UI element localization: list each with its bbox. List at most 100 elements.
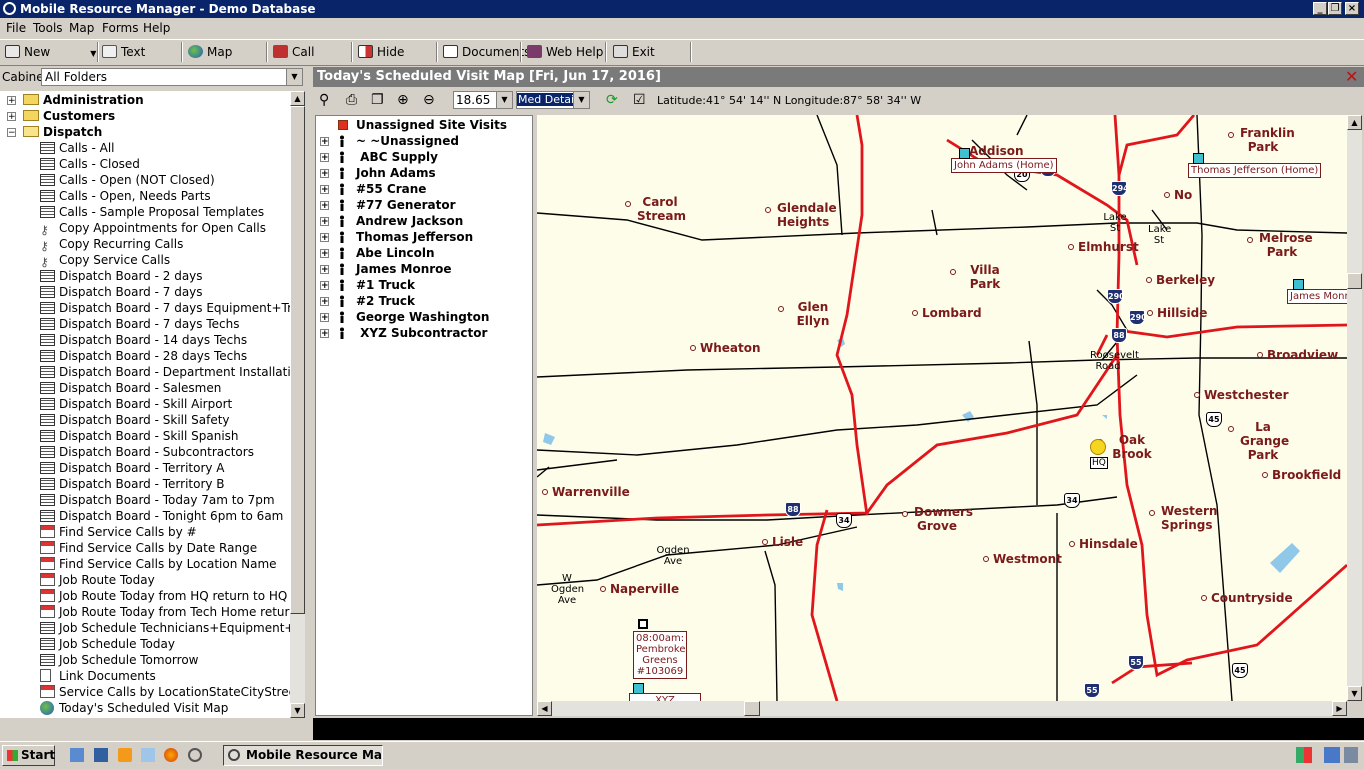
detail-level-select[interactable]: Med Detail ▼ <box>516 91 590 109</box>
cabinet-select[interactable]: All Folders ▼ <box>41 68 303 86</box>
city-label[interactable]: Berkeley <box>1156 273 1215 287</box>
tree-item[interactable]: Find Service Calls by Date Range <box>40 540 257 556</box>
chevron-down-icon[interactable]: ▼ <box>573 92 589 108</box>
city-label[interactable]: Naperville <box>610 582 679 596</box>
expand-icon[interactable]: + <box>320 297 329 307</box>
web-help-button[interactable]: Web Help <box>527 42 603 62</box>
tree-item[interactable]: Dispatch Board - Salesmen <box>40 380 221 396</box>
tree-item[interactable]: Calls - Sample Proposal Templates <box>40 204 264 220</box>
city-label[interactable]: Westmont <box>993 552 1062 566</box>
tree-item[interactable]: Calls - All <box>40 140 115 156</box>
tree-item[interactable]: Service Calls by LocationStateCityStreet… <box>40 684 290 700</box>
tree-item[interactable]: Dispatch Board - 14 days Techs <box>40 332 247 348</box>
city-label[interactable]: Downers Grove <box>914 505 973 533</box>
tree-item[interactable]: Dispatch Board - Skill Safety <box>40 412 230 428</box>
print-icon[interactable]: ⎙ <box>346 92 357 108</box>
tree-item[interactable]: Dispatch Board - Department Installation… <box>40 364 290 380</box>
expand-icon[interactable]: + <box>320 313 329 323</box>
tree-item[interactable]: Calls - Closed <box>40 156 140 172</box>
tree-item[interactable]: Job Route Today from HQ return to HQ <box>40 588 287 604</box>
new-dropdown-arrow-icon[interactable]: ▼ <box>90 49 96 58</box>
tree-item[interactable]: ⚷ Copy Recurring Calls <box>40 236 183 253</box>
menu-file[interactable]: File <box>6 21 26 35</box>
job-marker-label[interactable]: 08:00am: Pembroke Greens #103069 <box>633 631 687 679</box>
expand-icon[interactable]: + <box>7 96 16 106</box>
zoom-in-icon[interactable]: ⊕ <box>397 92 409 108</box>
tree-item[interactable]: Job Schedule Today <box>40 636 175 652</box>
city-label[interactable]: Villa Park <box>962 263 1008 291</box>
expand-icon[interactable]: + <box>320 201 329 211</box>
scroll-thumb[interactable] <box>290 106 305 614</box>
tree-item[interactable]: Calls - Open (NOT Closed) <box>40 172 215 188</box>
xyz-label[interactable]: XYZ <box>629 693 701 701</box>
city-label[interactable]: La Grange Park <box>1240 420 1289 462</box>
expand-icon[interactable]: + <box>320 153 329 163</box>
menu-tools[interactable]: Tools <box>33 21 63 35</box>
restore-button[interactable]: ❐ <box>1328 2 1342 15</box>
city-label[interactable]: Countryside <box>1211 591 1293 605</box>
tree-item[interactable]: Dispatch Board - 7 days Equipment+Trucks <box>40 300 290 316</box>
tree-item[interactable]: Dispatch Board - Tonight 6pm to 6am <box>40 508 283 524</box>
expand-icon[interactable]: + <box>320 329 329 339</box>
map-vertical-scrollbar[interactable]: ▲ ▼ <box>1347 115 1362 701</box>
tree-item[interactable]: Dispatch Board - 7 days Techs <box>40 316 239 332</box>
expand-icon[interactable]: + <box>320 169 329 179</box>
tree-item[interactable]: Job Schedule Tomorrow <box>40 652 198 668</box>
quicklaunch-outlook-icon[interactable] <box>118 748 132 762</box>
documents-button[interactable]: Documents <box>443 42 530 62</box>
quicklaunch-gear-icon[interactable] <box>188 748 202 762</box>
tree-item[interactable]: Dispatch Board - Subcontractors <box>40 444 254 460</box>
scroll-down-icon[interactable]: ▼ <box>290 703 305 718</box>
expand-icon[interactable]: + <box>320 281 329 291</box>
scroll-right-icon[interactable]: ▶ <box>1332 701 1347 716</box>
expand-icon[interactable]: + <box>320 217 329 227</box>
city-label[interactable]: Westchester <box>1204 388 1289 402</box>
tree-item[interactable]: Dispatch Board - Territory A <box>40 460 225 476</box>
new-button[interactable]: New ▼ <box>5 42 96 62</box>
city-label[interactable]: Glendale Heights <box>777 201 837 229</box>
tree-item[interactable]: Job Schedule Technicians+Equipment+Truck… <box>40 620 290 636</box>
map-horizontal-scrollbar[interactable]: ◀ ▶ <box>537 701 1347 716</box>
city-label[interactable]: Brookfield <box>1272 468 1341 482</box>
tree-item[interactable]: Job Route Today <box>40 572 155 588</box>
tree-item[interactable]: ⚷ Copy Appointments for Open Calls <box>40 220 266 237</box>
city-label[interactable]: Elmhurst <box>1078 240 1139 254</box>
city-label[interactable]: Oak Brook <box>1109 433 1155 461</box>
close-window-button[interactable]: × <box>1345 2 1359 15</box>
home-marker-james-monroe[interactable]: James Monroe (Home) <box>1287 289 1347 304</box>
city-label[interactable]: Broadview <box>1267 348 1338 362</box>
city-label[interactable]: Glen Ellyn <box>790 300 836 328</box>
map-button[interactable]: Map <box>188 42 232 62</box>
city-label[interactable]: Carol Stream <box>637 195 686 223</box>
city-label[interactable]: Western Springs <box>1161 504 1217 532</box>
expand-icon[interactable]: + <box>320 249 329 259</box>
tray-volume-icon[interactable] <box>1344 747 1358 763</box>
chevron-down-icon[interactable]: ▼ <box>496 92 512 108</box>
tree-item[interactable]: Dispatch Board - 7 days <box>40 284 203 300</box>
tree-item[interactable]: Dispatch Board - 2 days <box>40 268 203 284</box>
scroll-up-icon[interactable]: ▲ <box>290 91 305 106</box>
tray-network-icon[interactable] <box>1324 747 1340 763</box>
expand-icon[interactable]: + <box>7 112 16 122</box>
minimize-button[interactable]: _ <box>1313 2 1327 15</box>
scroll-down-icon[interactable]: ▼ <box>1347 686 1362 701</box>
tree-item[interactable]: Job Route Today from Tech Home return Ho… <box>40 604 290 620</box>
tree-item[interactable]: Dispatch Board - Today 7am to 7pm <box>40 492 275 508</box>
scroll-thumb[interactable] <box>1347 273 1362 289</box>
city-label[interactable]: Warrenville <box>552 485 630 499</box>
tree-item[interactable]: Today's Scheduled Visit Map <box>40 700 228 716</box>
collapse-icon[interactable]: − <box>7 128 16 138</box>
tree-item[interactable]: Link Documents <box>40 668 156 684</box>
close-panel-icon[interactable]: ✕ <box>1345 67 1358 87</box>
job-marker-icon[interactable] <box>638 619 648 629</box>
city-label[interactable]: No <box>1174 188 1192 202</box>
expand-icon[interactable]: + <box>320 137 329 147</box>
tree-item[interactable]: Dispatch Board - Skill Airport <box>40 396 232 412</box>
tray-app-icon[interactable] <box>1296 747 1312 763</box>
city-label[interactable]: Hinsdale <box>1079 537 1138 551</box>
tree-item[interactable]: Dispatch Board - Skill Spanish <box>40 428 239 444</box>
call-button[interactable]: Call <box>273 42 314 62</box>
hq-label[interactable]: HQ <box>1090 457 1108 469</box>
city-label[interactable]: Hillside <box>1157 306 1207 320</box>
checklist-icon[interactable]: ☑ <box>633 92 646 108</box>
